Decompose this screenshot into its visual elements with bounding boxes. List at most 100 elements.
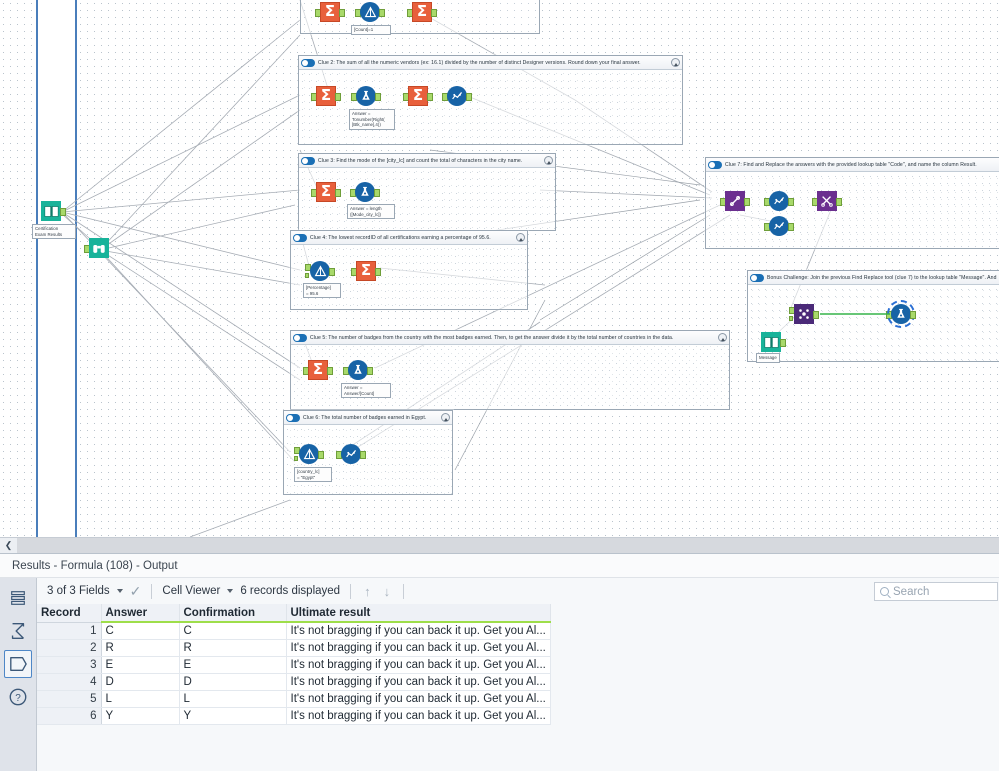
arrow-down-icon[interactable]: ↓ xyxy=(381,584,394,599)
tool-container-clue4[interactable]: Clue 4: The lowest recordID of all certi… xyxy=(290,230,528,310)
table-row[interactable]: 2 R R It's not bragging if you can back … xyxy=(37,639,551,657)
join-tool[interactable] xyxy=(789,303,819,325)
browse-tool[interactable] xyxy=(336,443,366,465)
collapse-icon[interactable] xyxy=(718,333,727,342)
summarize-tool[interactable]: Σ xyxy=(351,260,381,282)
results-table[interactable]: Record Answer Confirmation Ultimate resu… xyxy=(37,604,551,725)
cell-confirmation[interactable]: Y xyxy=(179,707,287,725)
fields-selector-label[interactable]: 3 of 3 Fields xyxy=(47,585,110,597)
container-toggle-icon[interactable] xyxy=(286,413,300,422)
cell-answer[interactable]: D xyxy=(101,673,180,691)
container-toggle-icon[interactable] xyxy=(293,233,307,242)
container-header[interactable]: Clue 5: The number of badges from the co… xyxy=(291,331,729,345)
column-header-answer[interactable]: Answer xyxy=(101,604,180,623)
canvas-horizontal-scrollbar[interactable]: ❮ xyxy=(0,537,999,553)
tool-container-clue6[interactable]: Clue 6: The total number of badges earne… xyxy=(283,410,453,495)
browse-binoculars-tool[interactable] xyxy=(84,237,110,259)
tool-container-clue1[interactable]: Σ Σ [Count]=1 xyxy=(300,0,540,35)
input-data-book-icon xyxy=(41,201,61,221)
tool-container-clue3[interactable]: Clue 3: Find the mode of the [city_lc] a… xyxy=(298,153,556,231)
search-input[interactable] xyxy=(893,585,993,598)
select-tool[interactable] xyxy=(812,190,842,212)
cell-ultimate-result[interactable]: It's not bragging if you can back it up.… xyxy=(286,690,551,708)
cell-confirmation[interactable]: E xyxy=(179,656,287,674)
table-row[interactable]: 1 C C It's not bragging if you can back … xyxy=(37,622,551,640)
cell-answer[interactable]: R xyxy=(101,639,180,657)
cell-answer[interactable]: C xyxy=(101,622,180,640)
tool-container-clue5[interactable]: Clue 5: The number of badges from the co… xyxy=(290,330,730,410)
arrow-up-icon[interactable]: ↑ xyxy=(361,584,374,599)
collapse-icon[interactable] xyxy=(544,156,553,165)
column-header-record[interactable]: Record xyxy=(37,604,102,623)
browse-tool[interactable] xyxy=(764,190,794,212)
tool-container-clue7[interactable]: Clue 7: Find and Replace the answers wit… xyxy=(705,157,999,249)
summarize-tool[interactable]: Σ xyxy=(311,181,341,203)
table-row[interactable]: 6 Y Y It's not bragging if you can back … xyxy=(37,707,551,725)
filter-tool[interactable] xyxy=(305,260,335,282)
table-view-icon[interactable] xyxy=(4,584,32,612)
chevron-down-icon[interactable] xyxy=(227,589,234,593)
find-replace-tool[interactable] xyxy=(720,190,750,212)
formula-tool[interactable] xyxy=(886,300,916,328)
cell-answer[interactable]: Y xyxy=(101,707,180,725)
container-header[interactable]: Clue 3: Find the mode of the [city_lc] a… xyxy=(299,154,555,168)
container-toggle-icon[interactable] xyxy=(293,333,307,342)
container-header[interactable]: Clue 7: Find and Replace the answers wit… xyxy=(706,158,999,172)
cell-ultimate-result[interactable]: It's not bragging if you can back it up.… xyxy=(286,707,551,725)
cell-confirmation[interactable]: C xyxy=(179,622,287,640)
filter-tool[interactable] xyxy=(355,1,385,23)
cell-confirmation[interactable]: R xyxy=(179,639,287,657)
formula-tool[interactable] xyxy=(343,359,373,381)
container-toggle-icon[interactable] xyxy=(301,156,315,165)
collapse-icon[interactable] xyxy=(516,233,525,242)
summarize-tool[interactable]: Σ xyxy=(403,85,433,107)
scrollbar-track[interactable] xyxy=(17,538,999,553)
summarize-tool[interactable]: Σ xyxy=(311,85,341,107)
collapse-icon[interactable] xyxy=(441,413,450,422)
container-header[interactable]: Clue 4: The lowest recordID of all certi… xyxy=(291,231,527,245)
tool-container-bonus[interactable]: Bonus Challenge: Join the previous Find … xyxy=(747,270,999,363)
browse-tool[interactable] xyxy=(764,215,794,237)
search-box[interactable] xyxy=(874,582,998,601)
tool-container-clue2[interactable]: Clue 2: The sum of all the numeric vendo… xyxy=(298,55,683,145)
formula-tool[interactable] xyxy=(350,181,380,203)
column-header-ultimate-result[interactable]: Ultimate result xyxy=(286,604,551,623)
cell-confirmation[interactable]: D xyxy=(179,673,287,691)
formula-tool[interactable] xyxy=(351,85,381,107)
filter-tool[interactable] xyxy=(294,443,324,465)
summary-sigma-icon[interactable] xyxy=(4,617,32,645)
container-toggle-icon[interactable] xyxy=(750,273,764,282)
cell-viewer-label[interactable]: Cell Viewer xyxy=(162,585,220,597)
input-data-tool[interactable] xyxy=(40,200,66,222)
cell-answer[interactable]: L xyxy=(101,690,180,708)
checkmark-icon[interactable]: ✓ xyxy=(130,583,142,600)
container-toggle-icon[interactable] xyxy=(708,160,722,169)
table-row[interactable]: 3 E E It's not bragging if you can back … xyxy=(37,656,551,674)
cell-ultimate-result[interactable]: It's not bragging if you can back it up.… xyxy=(286,656,551,674)
collapse-icon[interactable] xyxy=(671,58,680,67)
cell-record: 6 xyxy=(37,707,102,725)
cell-ultimate-result[interactable]: It's not bragging if you can back it up.… xyxy=(286,673,551,691)
summarize-tool[interactable]: Σ xyxy=(407,1,437,23)
cell-ultimate-result[interactable]: It's not bragging if you can back it up.… xyxy=(286,622,551,640)
cell-ultimate-result[interactable]: It's not bragging if you can back it up.… xyxy=(286,639,551,657)
table-row[interactable]: 4 D D It's not bragging if you can back … xyxy=(37,673,551,691)
container-header[interactable]: Clue 6: The total number of badges earne… xyxy=(284,411,452,425)
chevron-down-icon[interactable] xyxy=(116,589,123,593)
table-row[interactable]: 5 L L It's not bragging if you can back … xyxy=(37,690,551,708)
container-header[interactable]: Bonus Challenge: Join the previous Find … xyxy=(748,271,999,285)
help-question-icon[interactable]: ? xyxy=(4,683,32,711)
workflow-canvas[interactable]: Σ Σ [Count]=1 Clue 2: The sum of all the… xyxy=(0,0,999,537)
summarize-tool[interactable]: Σ xyxy=(315,1,345,23)
chevron-left-icon[interactable]: ❮ xyxy=(0,538,17,553)
data-shape-icon[interactable] xyxy=(4,650,32,678)
summarize-tool[interactable]: Σ xyxy=(303,359,333,381)
container-header[interactable]: Clue 2: The sum of all the numeric vendo… xyxy=(299,56,682,70)
cell-answer[interactable]: E xyxy=(101,656,180,674)
lookup-input-tool[interactable] xyxy=(760,331,786,353)
container-toggle-icon[interactable] xyxy=(301,58,315,67)
cell-record: 5 xyxy=(37,690,102,708)
column-header-confirmation[interactable]: Confirmation xyxy=(179,604,287,623)
cell-confirmation[interactable]: L xyxy=(179,690,287,708)
browse-tool[interactable] xyxy=(442,85,472,107)
